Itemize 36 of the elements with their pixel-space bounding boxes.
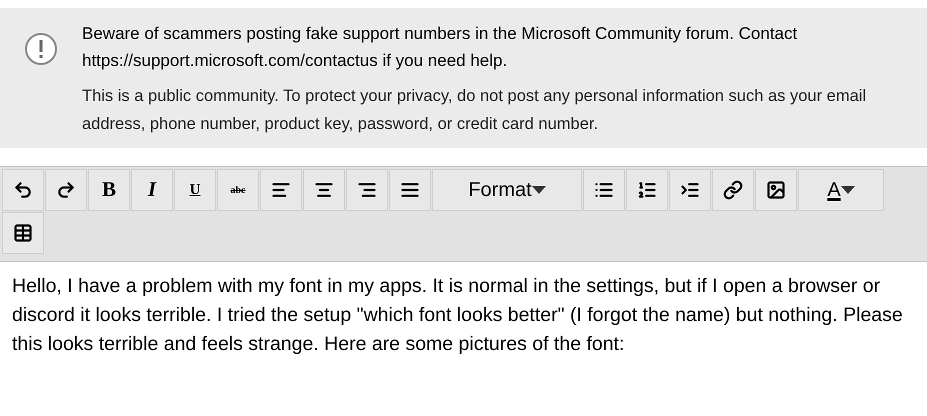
undo-icon <box>13 180 33 200</box>
text-color-button[interactable]: A <box>798 169 884 211</box>
bullet-list-icon <box>594 180 614 200</box>
align-center-button[interactable] <box>303 169 345 211</box>
redo-button[interactable] <box>45 169 87 211</box>
image-button[interactable] <box>755 169 797 211</box>
caret-icon <box>532 186 546 194</box>
align-justify-button[interactable] <box>389 169 431 211</box>
align-left-button[interactable] <box>260 169 302 211</box>
bullet-list-button[interactable] <box>583 169 625 211</box>
align-right-button[interactable] <box>346 169 388 211</box>
align-right-icon <box>357 180 377 200</box>
privacy-notice: This is a public community. To protect your privacy, do not post any personal information such as your email address, phone number, product key, password, or credit card number. <box>82 86 868 135</box>
table-button[interactable] <box>2 212 44 254</box>
link-icon <box>723 180 743 200</box>
indent-icon <box>680 180 700 200</box>
bold-button[interactable]: B <box>88 169 130 211</box>
redo-icon <box>56 180 76 200</box>
undo-button[interactable] <box>2 169 44 211</box>
post-body-text: Hello, I have a problem with my font in my apps. It is normal in the settings, but if I open a browser or discord it looks terrible. I tried the setup "which font looks better" (I forgot the name) but nothing. Please this looks terrible and feels strange. Here are some pictures of the font: <box>11 274 904 357</box>
image-icon <box>766 180 786 200</box>
scam-warning: Beware of scammers posting fake support numbers in the Microsoft Community forum. Contact https://support.microsoft.com/contactus if you need help. <box>82 23 798 72</box>
underline-button[interactable]: U <box>174 169 216 211</box>
numbered-list-icon <box>637 180 657 200</box>
numbered-list-button[interactable] <box>626 169 668 211</box>
link-button[interactable] <box>712 169 754 211</box>
italic-button[interactable]: I <box>131 169 173 211</box>
table-icon <box>13 223 33 243</box>
strikethrough-button[interactable]: abc <box>217 169 259 211</box>
align-center-icon <box>314 180 334 200</box>
caret-icon <box>840 186 855 194</box>
format-dropdown[interactable]: Format <box>432 169 582 211</box>
alert-icon <box>24 32 58 66</box>
align-left-icon <box>271 180 291 200</box>
align-justify-icon <box>400 180 420 200</box>
indent-button[interactable] <box>669 169 711 211</box>
